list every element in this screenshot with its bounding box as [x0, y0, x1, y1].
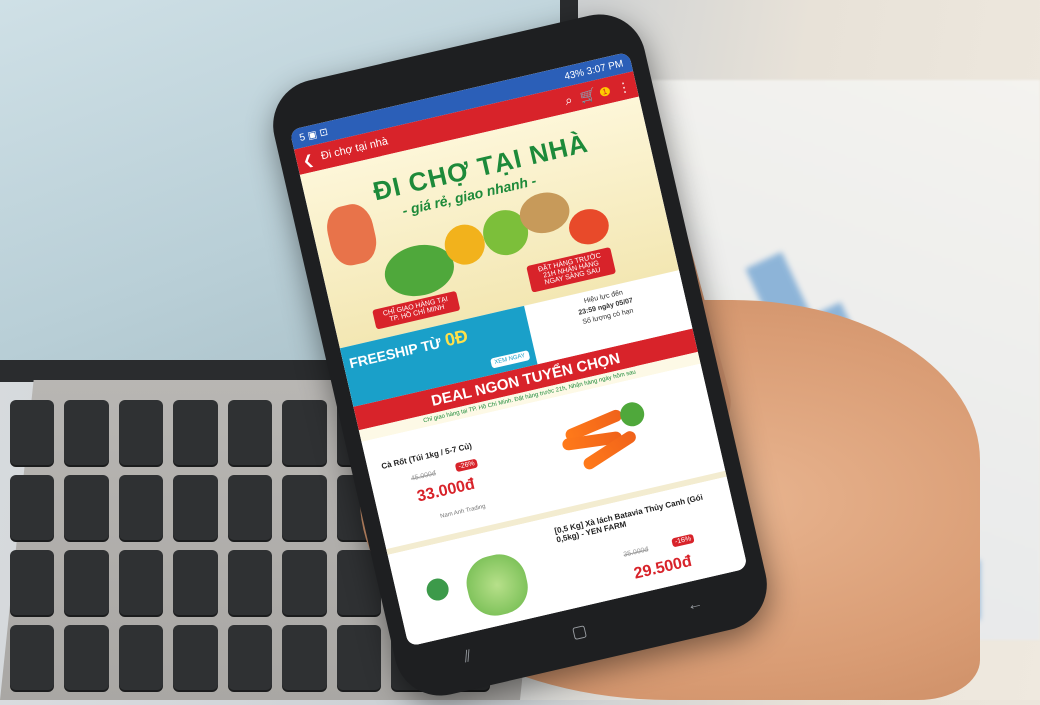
key: [118, 400, 164, 465]
key: [118, 550, 164, 615]
key: [282, 400, 327, 465]
key: [118, 475, 164, 540]
product-old-price: 35.000đ: [622, 546, 650, 559]
key: [227, 625, 273, 690]
recent-apps-icon[interactable]: ⫽: [462, 648, 473, 667]
lettuce-image: [461, 549, 534, 622]
status-left: 5 ▣ ⊡: [298, 126, 329, 144]
carrot-leaves-image: [617, 399, 647, 429]
key: [227, 475, 273, 540]
key: [10, 550, 55, 615]
key: [336, 625, 382, 690]
product-seller: Nam Anh Trading: [439, 503, 487, 520]
farm-logo-icon: [424, 576, 451, 603]
cart-badge: 1: [598, 85, 611, 97]
mascot-illustration: [322, 200, 381, 270]
product-old-price: 45.000đ: [410, 470, 437, 483]
product-price: 29.500đ: [632, 552, 694, 583]
key: [118, 625, 164, 690]
home-icon[interactable]: ▢: [570, 620, 589, 643]
key: [64, 400, 109, 465]
key: [282, 550, 327, 615]
view-now-button[interactable]: XEM NGAY: [489, 350, 531, 369]
key: [173, 625, 218, 690]
key: [64, 550, 109, 615]
key: [227, 550, 273, 615]
key: [64, 475, 109, 540]
key: [173, 400, 218, 465]
nav-back-icon[interactable]: ←: [685, 594, 705, 615]
key: [227, 400, 273, 465]
banner-tag-right: ĐẶT HÀNG TRƯỚC 21H NHẬN HÀNG NGAY SÁNG S…: [526, 246, 617, 293]
product-price: 33.000đ: [415, 475, 477, 506]
cart-icon[interactable]: 🛒: [578, 86, 597, 104]
product-discount-badge: -16%: [671, 533, 695, 548]
product-discount-badge: -26%: [454, 458, 479, 473]
key: [173, 475, 218, 540]
key: [173, 550, 218, 615]
key: [10, 475, 55, 540]
freeship-value: 0Đ: [442, 325, 470, 351]
key: [64, 625, 109, 690]
more-menu-icon[interactable]: ⋮: [616, 78, 632, 96]
key: [10, 400, 55, 465]
key: [10, 625, 55, 690]
search-icon[interactable]: ⌕: [563, 91, 573, 107]
key: [282, 625, 327, 690]
vegetable-illustration: [565, 205, 613, 249]
back-arrow-icon[interactable]: ❮: [301, 151, 315, 168]
key: [282, 475, 327, 540]
